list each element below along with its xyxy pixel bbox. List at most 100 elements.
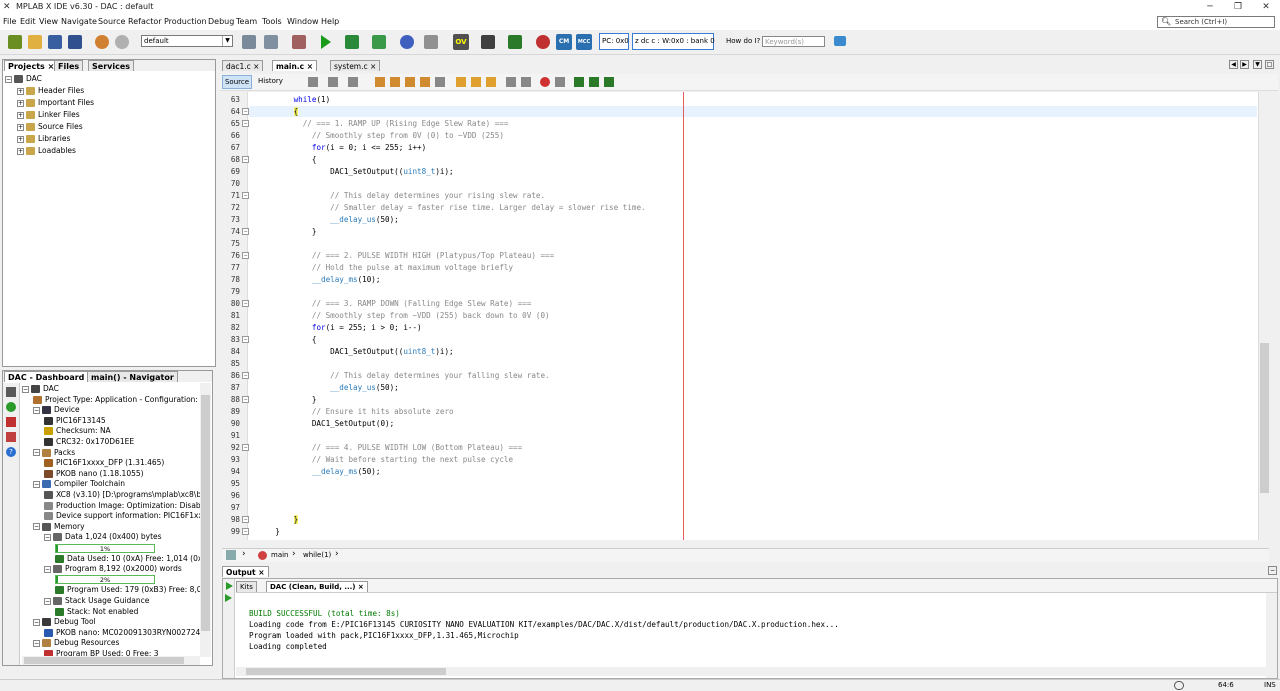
tree-item-header-files[interactable]: + Header Files [17, 85, 84, 96]
find-previous-icon[interactable] [390, 77, 400, 87]
toggle-highlight-icon[interactable] [420, 77, 430, 87]
code-line[interactable]: __delay_ms(10); [257, 275, 381, 284]
read-device-icon[interactable] [372, 35, 386, 49]
code-line[interactable]: for(i = 255; i > 0; i--) [257, 323, 422, 332]
scrollbar-thumb[interactable] [201, 395, 210, 631]
code-line[interactable]: { [257, 335, 317, 344]
collapse-icon[interactable]: − [33, 639, 40, 647]
output-hscrollbar[interactable] [236, 667, 1266, 676]
dashboard-item[interactable]: − Debug Resources [33, 637, 119, 648]
fold-toggle-icon[interactable]: − [242, 396, 249, 403]
collapse-icon[interactable]: − [33, 480, 40, 488]
output-scrollbar[interactable] [1266, 593, 1277, 678]
code-line[interactable]: } [257, 515, 299, 524]
dashboard-item[interactable]: − DAC [22, 383, 59, 394]
tree-item-important-files[interactable]: + Important Files [17, 97, 94, 108]
menu-file[interactable]: File [3, 17, 16, 26]
collapse-icon[interactable]: − [44, 533, 51, 541]
code-line[interactable]: } [257, 527, 280, 536]
menu-edit[interactable]: Edit [20, 17, 36, 26]
fold-toggle-icon[interactable]: − [242, 300, 249, 307]
dashboard-scrollbar[interactable] [200, 383, 211, 657]
dashboard-item[interactable]: PKOB nano: MC020091303RYN002724 [44, 627, 200, 638]
refresh-icon[interactable] [6, 402, 16, 412]
tab-system-c[interactable]: system.c × [330, 60, 381, 71]
tab-dac-build[interactable]: DAC (Clean, Build, ...) × [266, 581, 368, 592]
project-properties-icon[interactable] [242, 35, 256, 49]
chat-icon[interactable] [834, 36, 846, 46]
cm-icon[interactable]: CM [556, 34, 572, 50]
code-line[interactable]: DAC1_SetOutput((uint8_t)i); [257, 167, 453, 176]
format-icon[interactable] [604, 77, 614, 87]
hscrollbar-thumb[interactable] [24, 657, 184, 664]
new-project-icon[interactable] [8, 35, 22, 49]
menu-help[interactable]: Help [321, 17, 339, 26]
tree-item-source-files[interactable]: + Source Files [17, 121, 83, 132]
help-icon[interactable]: ? [6, 447, 16, 457]
pdf-icon[interactable] [6, 432, 16, 442]
tab-dac1-c[interactable]: dac1.c × [222, 60, 264, 71]
build-project-icon[interactable] [264, 35, 278, 49]
menu-production[interactable]: Production [164, 17, 207, 26]
history-tab-button[interactable]: History [258, 77, 283, 85]
make-and-program-icon[interactable] [345, 35, 359, 49]
code-editor[interactable]: 63 while(1) 64− {65− // === 1. RAMP UP (R… [222, 92, 1269, 540]
mcc-icon[interactable]: MCC [576, 34, 592, 50]
shift-right-icon[interactable] [521, 77, 531, 87]
expand-icon[interactable]: + [17, 123, 24, 131]
collapse-icon[interactable]: − [33, 449, 40, 457]
tab-navigator[interactable]: main() - Navigator [87, 371, 178, 382]
code-line[interactable]: __delay_ms(50); [257, 467, 381, 476]
menu-team[interactable]: Team [236, 17, 257, 26]
keyword-search-input[interactable]: Keyword(s) [762, 36, 825, 47]
find-next-icon[interactable] [405, 77, 415, 87]
code-line[interactable]: } [257, 395, 317, 404]
dashboard-item[interactable]: Project Type: Application - Configuratio… [33, 394, 200, 405]
fold-toggle-icon[interactable]: − [242, 252, 249, 259]
code-line[interactable]: for(i = 0; i <= 255; i++) [257, 143, 426, 152]
fold-toggle-icon[interactable]: − [242, 336, 249, 343]
dashboard-item[interactable]: PKOB nano (1.18.1055) [44, 468, 144, 479]
start-macro-icon[interactable] [540, 77, 550, 87]
code-line[interactable]: // Hold the pulse at maximum voltage bri… [257, 263, 513, 272]
dashboard-hscrollbar[interactable] [22, 656, 200, 665]
minimize-button[interactable]: ─ [1196, 0, 1224, 15]
code-line[interactable]: } [257, 227, 317, 236]
dashboard-item[interactable]: − Memory [33, 521, 85, 532]
minimize-output-icon[interactable]: − [1268, 566, 1277, 575]
ov-icon[interactable]: OV [453, 34, 469, 50]
menu-navigate[interactable]: Navigate [61, 17, 97, 26]
undo-icon[interactable] [95, 35, 109, 49]
code-line[interactable]: // Wait before starting the next pulse c… [257, 455, 513, 464]
dashboard-item[interactable]: Device support information: PIC16F1xxxx [44, 510, 200, 521]
stop-icon[interactable] [6, 417, 16, 427]
tab-main-c[interactable]: main.c × [272, 60, 317, 71]
tab-projects[interactable]: Projects × [4, 60, 59, 71]
breadcrumb-main[interactable]: main [271, 551, 289, 559]
collapse-icon[interactable]: − [5, 75, 12, 83]
tree-item-loadables[interactable]: + Loadables [17, 145, 76, 156]
fold-toggle-icon[interactable]: − [242, 528, 249, 535]
dashboard-item[interactable]: PIC16F13145 [44, 415, 106, 426]
fold-toggle-icon[interactable]: − [242, 444, 249, 451]
code-line[interactable]: __delay_us(50); [257, 215, 399, 224]
code-line[interactable]: // Smoothly step from ~VDD (255) back do… [257, 311, 550, 320]
dashboard-item[interactable]: Program Used: 179 (0xB3) Free: 8,013 [55, 584, 200, 595]
stop-macro-icon[interactable] [555, 77, 565, 87]
tab-dashboard[interactable]: DAC - Dashboard × [4, 371, 98, 382]
maximize-button[interactable]: ❐ [1224, 0, 1252, 15]
fold-toggle-icon[interactable]: − [242, 120, 249, 127]
open-project-icon[interactable] [28, 35, 42, 49]
toggle-bookmark-icon[interactable] [435, 77, 445, 87]
code-line[interactable]: DAC1_SetOutput(0); [257, 419, 394, 428]
code-line[interactable]: { [257, 155, 317, 164]
fold-toggle-icon[interactable]: − [242, 108, 249, 115]
save-icon[interactable] [48, 35, 62, 49]
output-hscrollbar-thumb[interactable] [246, 668, 446, 675]
rerun-options-icon[interactable] [225, 594, 232, 602]
collapse-icon[interactable]: − [33, 406, 40, 414]
tab-list-icon[interactable]: ▼ [1253, 60, 1262, 69]
menu-view[interactable]: View [39, 17, 58, 26]
collapse-icon[interactable]: − [33, 618, 40, 626]
code-line[interactable]: // This delay determines your falling sl… [257, 371, 549, 380]
